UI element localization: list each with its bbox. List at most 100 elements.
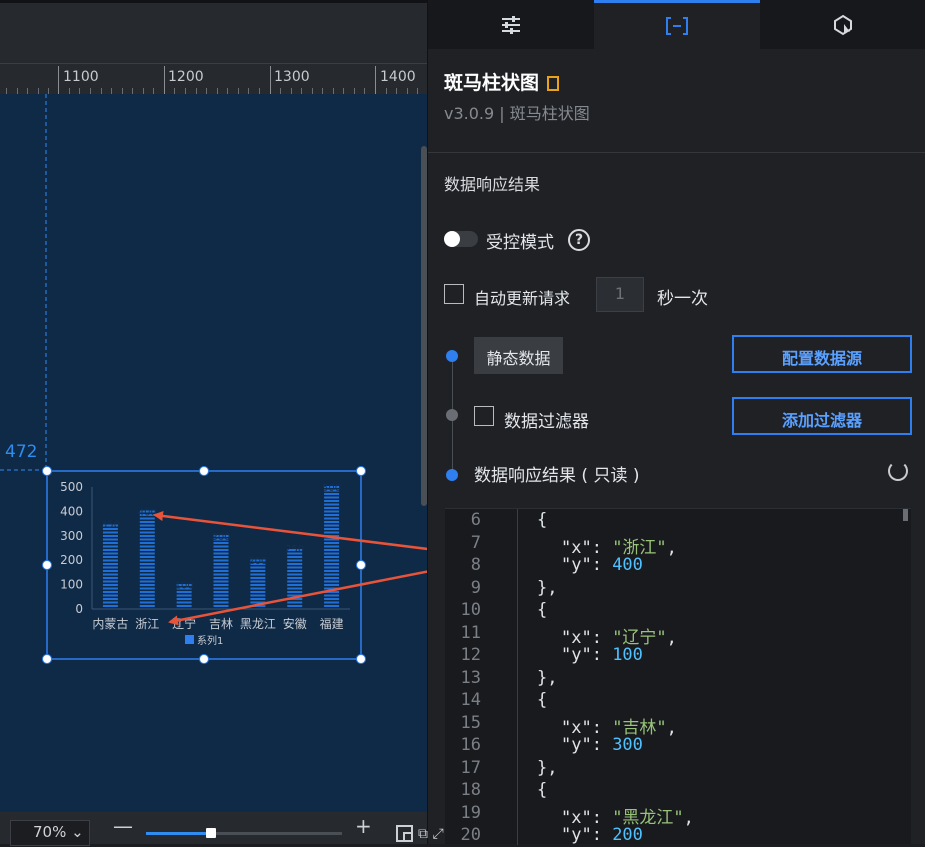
indent-guide — [517, 509, 518, 845]
zoom-slider-thumb[interactable] — [206, 828, 216, 838]
ruler-tick — [375, 66, 376, 95]
component-title-text: 斑马柱状图 — [444, 72, 540, 94]
line-content: "x": "浙江", — [561, 537, 677, 558]
code-line: 8 "y": 400 — [445, 555, 911, 577]
zoom-bar: 70% ⌄ — + — [0, 812, 427, 846]
ruler-tick — [270, 66, 271, 95]
ruler-label: 1400 — [380, 69, 416, 85]
config-panel: 斑马柱状图 v3.0.9 | 斑马柱状图 数据响应结果 受控模式 ? 自动更新请… — [427, 0, 925, 845]
ruler-label: 1200 — [168, 69, 204, 85]
zoom-in-icon[interactable]: + — [355, 814, 372, 838]
ruler-tick — [58, 66, 59, 95]
tab-style[interactable] — [428, 0, 594, 49]
code-line: 18 { — [445, 780, 911, 802]
line-content: }, — [537, 757, 558, 778]
line-content: { — [537, 780, 548, 800]
line-number: 16 — [460, 735, 481, 755]
line-content: "y": 300 — [561, 735, 643, 755]
refresh-icon[interactable] — [888, 461, 908, 481]
line-number: 17 — [460, 757, 481, 778]
line-number: 19 — [460, 802, 481, 823]
line-content: }, — [537, 667, 558, 688]
filter-label: 数据过滤器 — [504, 412, 589, 432]
code-line: 10 { — [445, 600, 911, 622]
line-number: 9 — [470, 577, 481, 598]
zoom-select[interactable]: 70% ⌄ — [10, 820, 90, 846]
line-number: 20 — [460, 825, 481, 845]
line-content: { — [537, 600, 548, 620]
code-line: 7 "x": "浙江", — [445, 532, 911, 558]
line-content: "x": "辽宁", — [561, 627, 677, 648]
code-line: 12 "y": 100 — [445, 645, 911, 667]
config-datasource-button[interactable]: 配置数据源 — [732, 335, 912, 373]
divider — [428, 152, 925, 153]
zoom-out-icon[interactable]: — — [113, 814, 133, 838]
horizontal-ruler: 1100 1200 1300 1400 — [0, 63, 427, 95]
code-line: 16 "y": 300 — [445, 735, 911, 757]
line-number: 8 — [470, 555, 481, 575]
controlled-mode-toggle[interactable] — [444, 231, 478, 247]
zoom-value: 70 — [33, 823, 53, 841]
copy-icon[interactable]: ⧉ ⤢ — [418, 826, 444, 842]
zoom-slider-fill — [146, 832, 215, 835]
line-content: { — [537, 690, 548, 710]
line-number: 18 — [460, 780, 481, 800]
sliders-icon — [502, 15, 520, 34]
component-title: 斑马柱状图 — [444, 68, 560, 95]
line-number: 11 — [460, 622, 481, 643]
chevron-down-icon: ⌄ — [71, 823, 84, 841]
code-line: 6{ — [445, 510, 911, 532]
line-content: "x": "黑龙江", — [561, 807, 694, 828]
panel-tabs — [428, 0, 925, 49]
step-dot-inactive — [446, 409, 458, 421]
auto-update-label: 自动更新请求 — [474, 289, 571, 308]
canvas-toolbar — [0, 0, 427, 63]
ruler-label: 1100 — [63, 69, 99, 85]
line-number: 15 — [460, 712, 481, 733]
code-line: 9}, — [445, 578, 911, 600]
line-number: 12 — [460, 645, 481, 665]
interval-unit-label: 秒一次 — [657, 289, 708, 309]
step-dot-active — [446, 469, 458, 481]
line-number: 6 — [470, 510, 481, 530]
canvas-area: 1100 1200 1300 1400 70% ⌄ — + — [0, 0, 427, 846]
zoom-slider[interactable] — [146, 832, 342, 835]
line-number: 13 — [460, 667, 481, 688]
step-dot-active — [446, 350, 458, 362]
code-line: 15 "x": "吉林", — [445, 712, 911, 738]
code-line: 14 { — [445, 690, 911, 712]
code-line: 13}, — [445, 668, 911, 690]
line-content: { — [537, 510, 548, 530]
help-icon[interactable]: ? — [568, 229, 590, 251]
line-number: 10 — [460, 600, 481, 620]
code-line: 11 "x": "辽宁", — [445, 622, 911, 648]
zoom-unit: % — [52, 823, 67, 841]
tab-interaction[interactable] — [760, 0, 925, 49]
line-content: "y": 200 — [561, 825, 643, 845]
code-line: 17}, — [445, 758, 911, 780]
code-viewer[interactable]: 6{7 "x": "浙江", 8 "y": 400 9}, 10{11 "x": "辽宁",… — [445, 508, 911, 845]
line-content: "x": "吉林", — [561, 717, 677, 738]
line-number: 14 — [460, 690, 481, 710]
data-bracket-icon — [666, 17, 688, 35]
line-content: "y": 100 — [561, 645, 643, 665]
line-number: 7 — [470, 532, 481, 553]
ruler-label: 1300 — [274, 69, 310, 85]
static-data-chip[interactable]: 静态数据 — [474, 337, 563, 374]
section-title: 数据响应结果 — [444, 175, 541, 194]
interval-input[interactable]: 1 — [596, 277, 644, 312]
interaction-icon — [834, 14, 852, 35]
result-label: 数据响应结果 ( 只读 ) — [474, 466, 640, 486]
add-filter-button[interactable]: 添加过滤器 — [732, 397, 912, 435]
filter-checkbox[interactable] — [474, 406, 494, 426]
controlled-mode-label: 受控模式 — [486, 233, 554, 253]
document-icon[interactable] — [547, 76, 560, 91]
tab-data[interactable] — [594, 0, 760, 49]
ruler-tick — [164, 66, 165, 95]
code-line: 19 "x": "黑龙江", — [445, 802, 911, 828]
auto-update-checkbox[interactable] — [444, 284, 464, 304]
component-version: v3.0.9 | 斑马柱状图 — [444, 104, 590, 123]
fit-screen-icon[interactable] — [396, 825, 413, 842]
line-content: }, — [537, 577, 558, 598]
design-stage[interactable] — [0, 94, 427, 812]
